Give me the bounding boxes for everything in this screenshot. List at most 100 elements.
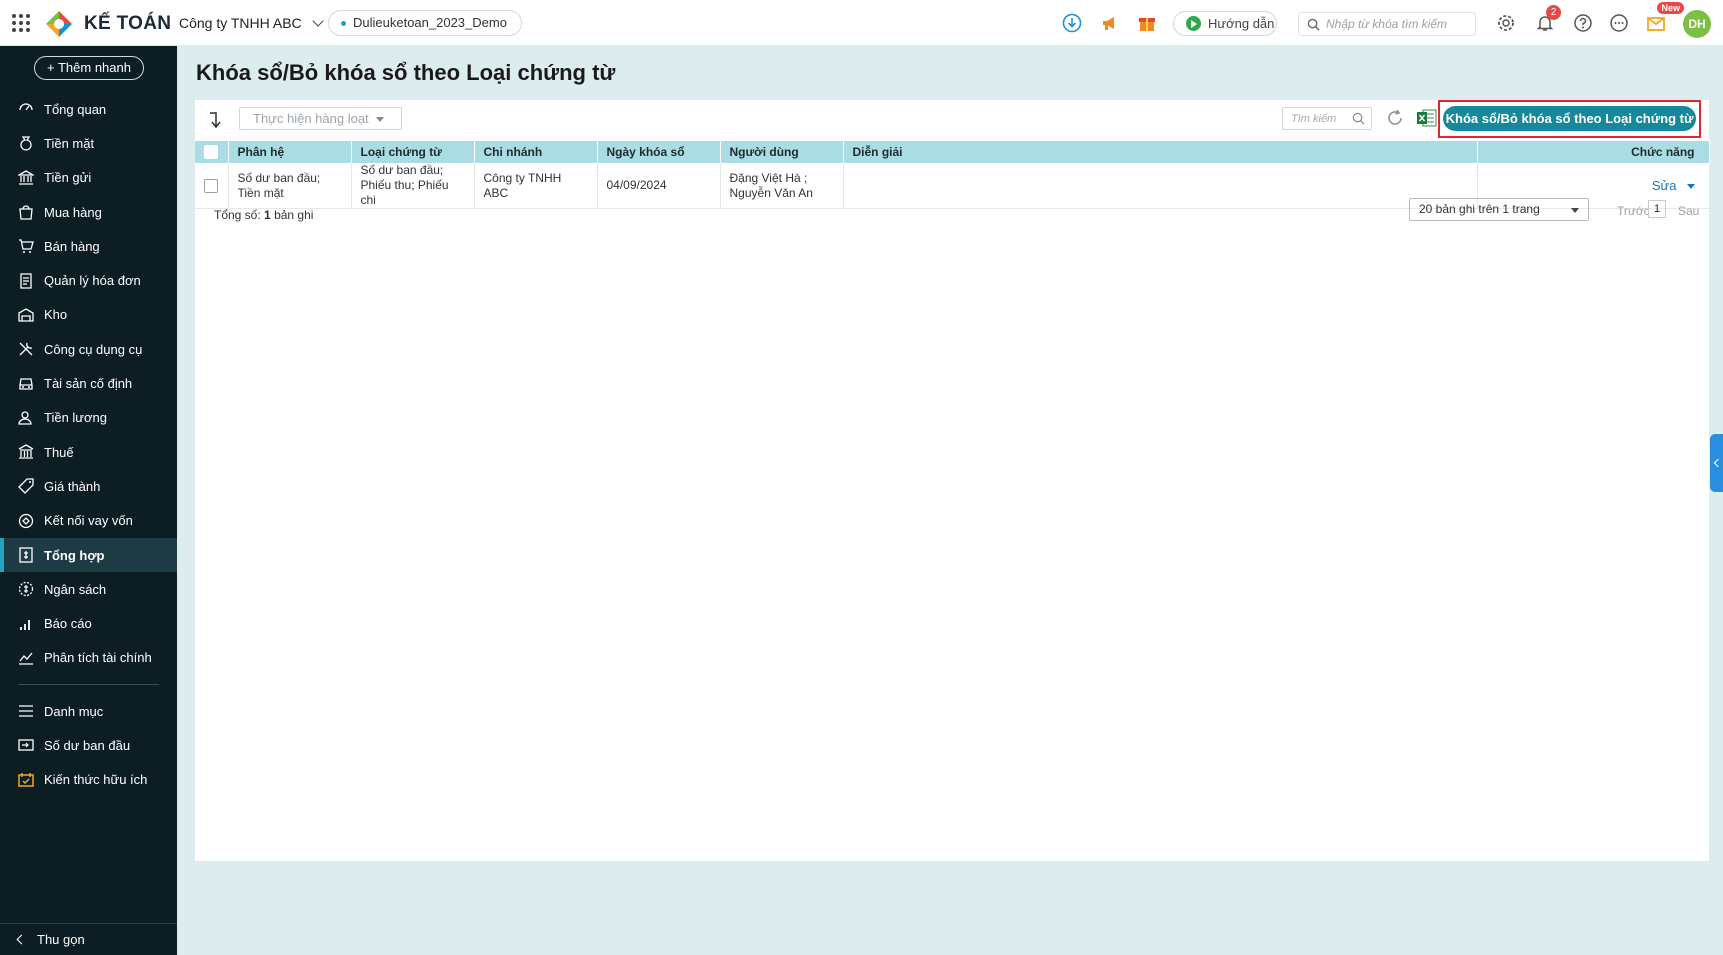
sidebar-item-label: Phân tích tài chính bbox=[44, 650, 152, 666]
loan-icon bbox=[18, 513, 34, 529]
sidebar-item-gia-thanh[interactable]: Giá thành bbox=[0, 469, 177, 503]
caret-down-icon bbox=[376, 117, 384, 122]
refresh-icon[interactable] bbox=[1385, 108, 1405, 128]
sidebar-item-ket-noi-vay-von[interactable]: Kết nối vay vốn bbox=[0, 504, 177, 538]
sidebar-item-label: Tổng quan bbox=[44, 101, 107, 117]
new-badge: New bbox=[1657, 2, 1684, 14]
company-selector[interactable]: Công ty TNHH ABC bbox=[179, 15, 324, 31]
sidebar-item-tai-san-co-dinh[interactable]: Tài sản cố định bbox=[0, 366, 177, 400]
caret-down-icon[interactable] bbox=[1686, 183, 1695, 189]
cell-chi-nhanh: Công ty TNHH ABC bbox=[474, 163, 598, 209]
column-header-dien-giai[interactable]: Diễn giải bbox=[843, 141, 1478, 163]
knowledge-icon bbox=[18, 772, 34, 788]
bulk-action-dropdown[interactable]: Thực hiện hàng loạt bbox=[239, 107, 402, 130]
excel-icon[interactable] bbox=[1417, 109, 1437, 127]
avatar[interactable]: DH bbox=[1683, 10, 1711, 38]
content-panel: Thực hiện hàng loạt Khóa sổ/Bỏ khóa sổ t… bbox=[195, 100, 1710, 861]
select-all-checkbox[interactable] bbox=[204, 145, 218, 160]
app-grid-icon[interactable] bbox=[12, 14, 30, 32]
sidebar-item-label: Tiền gửi bbox=[44, 170, 92, 186]
dashboard-icon bbox=[18, 101, 34, 117]
sidebar-item-mua-hang[interactable]: Mua hàng bbox=[0, 195, 177, 229]
cell-dien-giai bbox=[843, 163, 1478, 209]
column-header-nguoi-dung[interactable]: Người dùng bbox=[720, 141, 844, 163]
grid-search-input[interactable] bbox=[1291, 112, 1347, 125]
company-name: Công ty TNHH ABC bbox=[179, 15, 302, 31]
sidebar-divider bbox=[18, 684, 159, 686]
guide-label: Hướng dẫn bbox=[1208, 16, 1275, 31]
gift-icon[interactable] bbox=[1137, 13, 1157, 33]
payroll-icon bbox=[18, 410, 34, 426]
quick-add-button[interactable]: + Thêm nhanh bbox=[34, 56, 144, 80]
sidebar-item-tong-quan[interactable]: Tổng quan bbox=[0, 92, 177, 126]
column-header-loai-chung-tu[interactable]: Loại chứng từ bbox=[351, 141, 475, 163]
sidebar-item-label: Ngân sách bbox=[44, 581, 107, 597]
lock-by-voucher-type-button[interactable]: Khóa sổ/Bỏ khóa sổ theo Loại chứng từ bbox=[1443, 106, 1696, 131]
column-header-ngay-khoa-so[interactable]: Ngày khóa sổ bbox=[597, 141, 721, 163]
gear-icon[interactable] bbox=[1496, 13, 1516, 33]
analytics-icon bbox=[18, 650, 34, 666]
list-icon bbox=[18, 703, 34, 719]
invoice-icon bbox=[18, 272, 34, 289]
dataset-name: Dulieuketoan_2023_Demo bbox=[353, 15, 507, 30]
help-icon[interactable] bbox=[1573, 13, 1593, 33]
sidebar-item-tien-luong[interactable]: Tiền lương bbox=[0, 401, 177, 435]
sidebar-item-label: Kết nối vay vốn bbox=[44, 513, 133, 529]
collapse-sidebar-button[interactable]: Thu gọn bbox=[0, 923, 177, 955]
sidebar-item-label: Kho bbox=[44, 307, 68, 323]
global-search-input[interactable] bbox=[1326, 17, 1466, 31]
sidebar-item-tien-gui[interactable]: Tiền gửi bbox=[0, 161, 177, 195]
side-panel-toggle[interactable] bbox=[1710, 434, 1723, 492]
sidebar-item-label: Tiền lương bbox=[44, 410, 107, 426]
sidebar-item-label: Bán hàng bbox=[44, 238, 100, 254]
cell-phan-he: Số dư ban đầu; Tiền mặt bbox=[228, 163, 352, 209]
column-header-chi-nhanh[interactable]: Chi nhánh bbox=[474, 141, 598, 163]
page-size-select[interactable]: 20 bản ghi trên 1 trang bbox=[1409, 198, 1589, 221]
sidebar-item-tien-mat[interactable]: Tiền mặt bbox=[0, 126, 177, 160]
mail-promo-icon[interactable]: New bbox=[1646, 2, 1684, 33]
sidebar-item-label: Tiền mặt bbox=[44, 135, 95, 151]
shopping-bag-icon bbox=[18, 204, 34, 220]
sidebar-item-thue[interactable]: Thuế bbox=[0, 435, 177, 469]
column-header-chuc-nang: Chức năng bbox=[1477, 141, 1710, 163]
grid-search[interactable] bbox=[1282, 107, 1372, 130]
total-suffix: bản ghi bbox=[274, 208, 314, 222]
download-icon[interactable] bbox=[1062, 13, 1082, 33]
sort-down-icon[interactable] bbox=[207, 111, 223, 129]
chat-icon[interactable] bbox=[1609, 13, 1629, 33]
sidebar-item-label: Danh mục bbox=[44, 703, 104, 719]
sidebar-item-cong-cu-dung-cu[interactable]: Công cụ dụng cụ bbox=[0, 332, 177, 366]
cell-ngay-khoa-so: 04/09/2024 bbox=[597, 163, 721, 209]
highlight-box: Khóa sổ/Bỏ khóa sổ theo Loại chứng từ bbox=[1438, 100, 1701, 138]
sidebar-item-kho[interactable]: Kho bbox=[0, 298, 177, 332]
sidebar-item-label: Giá thành bbox=[44, 478, 101, 494]
sidebar-item-ngan-sach[interactable]: Ngân sách bbox=[0, 572, 177, 606]
global-search[interactable] bbox=[1298, 12, 1476, 36]
prev-page-button[interactable]: Trước bbox=[1617, 204, 1650, 218]
next-page-button[interactable]: Sau bbox=[1678, 204, 1699, 218]
sidebar-item-kien-thuc-huu-ich[interactable]: Kiến thức hữu ích bbox=[0, 763, 177, 797]
edit-link[interactable]: Sửa bbox=[1652, 178, 1695, 193]
megaphone-icon[interactable] bbox=[1100, 13, 1120, 33]
dataset-selector[interactable]: Dulieuketoan_2023_Demo bbox=[328, 10, 522, 36]
column-header-phan-he[interactable]: Phân hệ bbox=[228, 141, 352, 163]
sidebar-item-tong-hop[interactable]: Tổng hợp bbox=[0, 537, 177, 573]
sidebar-item-so-du-ban-dau[interactable]: Số dư ban đầu bbox=[0, 728, 177, 762]
ledger-icon bbox=[18, 547, 34, 563]
sidebar-item-bao-cao[interactable]: Báo cáo bbox=[0, 606, 177, 640]
bell-icon[interactable]: 2 bbox=[1535, 5, 1561, 33]
current-page[interactable]: 1 bbox=[1648, 200, 1666, 218]
sidebar-item-label: Công cụ dụng cụ bbox=[44, 341, 143, 357]
row-checkbox[interactable] bbox=[204, 178, 218, 193]
opening-balance-icon bbox=[18, 737, 34, 753]
search-icon bbox=[1352, 112, 1365, 125]
warehouse-icon bbox=[18, 307, 34, 323]
tools-icon bbox=[18, 341, 34, 357]
guide-button[interactable]: Hướng dẫn bbox=[1173, 11, 1277, 36]
total-records: Tổng số: 1 bản ghi bbox=[214, 208, 313, 222]
sidebar-item-ban-hang[interactable]: Bán hàng bbox=[0, 229, 177, 263]
sidebar-item-phan-tich-tai-chinh[interactable]: Phân tích tài chính bbox=[0, 641, 177, 675]
tax-building-icon bbox=[18, 444, 34, 460]
sidebar-item-quan-ly-hoa-don[interactable]: Quản lý hóa đơn bbox=[0, 263, 177, 297]
sidebar-item-danh-muc[interactable]: Danh mục bbox=[0, 694, 177, 728]
